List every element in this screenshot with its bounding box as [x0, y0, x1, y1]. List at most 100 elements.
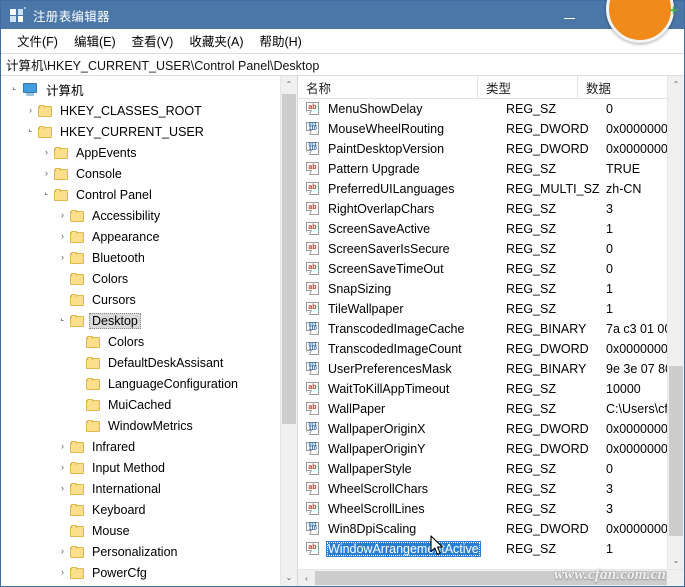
tree-node[interactable]: ›Quick Actions [1, 583, 297, 586]
table-row[interactable]: 011 110 UserPreferencesMask REG_BINARY 9e 3e… [298, 359, 684, 379]
table-row[interactable]: ab PreferredUILanguages REG_MULTI_SZ zh-CN [298, 179, 684, 199]
column-name[interactable]: 名称 [298, 76, 478, 98]
tree-node[interactable]: · Colors [1, 268, 297, 289]
table-row[interactable]: 011 110 WallpaperOriginX REG_DWORD 0x0000000… [298, 419, 684, 439]
chevron-right-icon[interactable]: › [55, 568, 70, 577]
menu-view[interactable]: 查看(V) [124, 29, 182, 52]
menu-file[interactable]: 文件(F) [9, 29, 66, 52]
tree-node[interactable]: › Input Method [1, 457, 297, 478]
list-scroll-left-icon[interactable]: ‹ [298, 570, 315, 586]
tree-node[interactable]: › Personalization [1, 541, 297, 562]
table-row[interactable]: ab TileWallpaper REG_SZ 1 [298, 299, 684, 319]
tree-node[interactable]: · Mouse [1, 520, 297, 541]
tree-node[interactable]: · MuiCached [1, 394, 297, 415]
tree-node[interactable]: ⌄ Desktop [1, 310, 297, 331]
chevron-right-icon[interactable]: › [39, 169, 54, 178]
table-row[interactable]: ab WallpaperStyle REG_SZ 0 [298, 459, 684, 479]
chevron-down-icon[interactable]: ⌄ [55, 313, 70, 325]
list-scroll-down-icon[interactable]: ⌄ [668, 552, 684, 569]
table-row[interactable]: 011 110 WallpaperOriginY REG_DWORD 0x0000000… [298, 439, 684, 459]
string-value-icon: ab [305, 282, 321, 296]
table-row[interactable]: ab MenuShowDelay REG_SZ 0 [298, 99, 684, 119]
tree-node[interactable]: › Appearance [1, 226, 297, 247]
tree-scroll-down-icon[interactable]: ⌄ [281, 569, 297, 586]
table-row[interactable]: ab ScreenSaveTimeOut REG_SZ 0 [298, 259, 684, 279]
table-row[interactable]: ab RightOverlapChars REG_SZ 3 [298, 199, 684, 219]
chevron-right-icon[interactable]: › [55, 547, 70, 556]
list-vertical-scrollbar[interactable]: ⌃ ⌄ [667, 76, 684, 569]
cell-value-name: WheelScrollChars [326, 481, 506, 497]
window-title: 注册表编辑器 [33, 9, 110, 24]
tree-node[interactable]: · Keyboard [1, 499, 297, 520]
table-row[interactable]: 011 110 MouseWheelRouting REG_DWORD 0x000000… [298, 119, 684, 139]
chevron-right-icon[interactable]: › [23, 106, 38, 115]
table-row[interactable]: ab SnapSizing REG_SZ 1 [298, 279, 684, 299]
table-row[interactable]: ab WindowArrangementActive REG_SZ 1 [298, 539, 684, 559]
folder-icon [70, 230, 84, 243]
chevron-right-icon[interactable]: › [55, 253, 70, 262]
table-row[interactable]: 011 110 PaintDesktopVersion REG_DWORD 0x0000… [298, 139, 684, 159]
table-row[interactable]: 011 110 TranscodedImageCount REG_DWORD 0x000… [298, 339, 684, 359]
tree-node-label: Console [76, 166, 122, 181]
cell-value-name: WaitToKillAppTimeout [326, 381, 506, 397]
tree-node[interactable]: › Console [1, 163, 297, 184]
menu-favorites[interactable]: 收藏夹(A) [181, 29, 251, 52]
table-row[interactable]: ab WaitToKillAppTimeout REG_SZ 10000 [298, 379, 684, 399]
minimize-button[interactable] [546, 1, 592, 29]
tree-node[interactable]: › Bluetooth [1, 247, 297, 268]
tree-scroll-up-icon[interactable]: ⌃ [281, 76, 297, 93]
tree-node[interactable]: › International [1, 478, 297, 499]
tree-node[interactable]: › PowerCfg [1, 562, 297, 583]
folder-icon [70, 545, 84, 558]
tree-spacer: · [55, 274, 70, 283]
tree-vertical-scrollbar[interactable]: ⌃ ⌄ [280, 76, 297, 586]
tree-scrollbar-thumb[interactable] [282, 94, 296, 424]
menu-edit[interactable]: 编辑(E) [66, 29, 124, 52]
tree-node[interactable]: › Infrared [1, 436, 297, 457]
tree-node[interactable]: › HKEY_CLASSES_ROOT [1, 100, 297, 121]
chevron-right-icon[interactable]: › [55, 442, 70, 451]
chevron-down-icon[interactable]: ⌄ [7, 82, 22, 94]
cell-value-type: REG_BINARY [506, 322, 587, 336]
tree-node[interactable]: ⌄ 计算机 [1, 79, 297, 100]
value-name-text: Pattern Upgrade [328, 162, 420, 176]
tree-node[interactable]: · DefaultDeskAssisant [1, 352, 297, 373]
menu-help[interactable]: 帮助(H) [251, 29, 309, 52]
chevron-right-icon[interactable]: › [55, 211, 70, 220]
table-row[interactable]: ab ScreenSaverIsSecure REG_SZ 0 [298, 239, 684, 259]
list-scrollbar-thumb[interactable] [669, 366, 683, 536]
tree-node[interactable]: · Colors [1, 331, 297, 352]
tree-node[interactable]: · WindowMetrics [1, 415, 297, 436]
tree-node[interactable]: ⌄ HKEY_CURRENT_USER [1, 121, 297, 142]
chevron-right-icon[interactable]: › [39, 148, 54, 157]
table-row[interactable]: ab Pattern Upgrade REG_SZ TRUE [298, 159, 684, 179]
table-row[interactable]: ab WallPaper REG_SZ C:\Users\cfa [298, 399, 684, 419]
tree-node[interactable]: · Cursors [1, 289, 297, 310]
chevron-right-icon[interactable]: › [55, 463, 70, 472]
table-row[interactable]: ab WheelScrollChars REG_SZ 3 [298, 479, 684, 499]
column-type[interactable]: 类型 [478, 76, 578, 98]
chevron-right-icon[interactable]: › [55, 232, 70, 241]
chevron-down-icon[interactable]: ⌄ [23, 124, 38, 136]
table-row[interactable]: ab ScreenSaveActive REG_SZ 1 [298, 219, 684, 239]
cell-value-type: REG_DWORD [506, 122, 589, 136]
list-scroll-up-icon[interactable]: ⌃ [668, 76, 684, 93]
tree-node[interactable]: ⌄ Control Panel [1, 184, 297, 205]
table-row[interactable]: ab WheelScrollLines REG_SZ 3 [298, 499, 684, 519]
table-row[interactable]: 011 110 TranscodedImageCache REG_BINARY 7a c… [298, 319, 684, 339]
tree-node[interactable]: › AppEvents [1, 142, 297, 163]
tree-node[interactable]: · LanguageConfiguration [1, 373, 297, 394]
tree-node-label: Keyboard [92, 502, 146, 517]
cell-value-type: REG_SZ [506, 162, 557, 176]
table-row[interactable]: 011 110 Win8DpiScaling REG_DWORD 0x00000000 [298, 519, 684, 539]
cell-value-name: MouseWheelRouting [326, 121, 506, 137]
folder-icon [70, 461, 84, 474]
address-bar[interactable]: 计算机\HKEY_CURRENT_USER\Control Panel\Desk… [1, 53, 684, 76]
tree-node[interactable]: › Accessibility [1, 205, 297, 226]
binary-value-icon: 011 110 [305, 362, 321, 376]
chevron-down-icon[interactable]: ⌄ [39, 187, 54, 199]
cell-value-type: REG_SZ [506, 302, 557, 316]
cell-value-name: MenuShowDelay [326, 101, 506, 117]
chevron-right-icon[interactable]: › [55, 484, 70, 493]
binary-value-icon: 011 110 [305, 342, 321, 356]
